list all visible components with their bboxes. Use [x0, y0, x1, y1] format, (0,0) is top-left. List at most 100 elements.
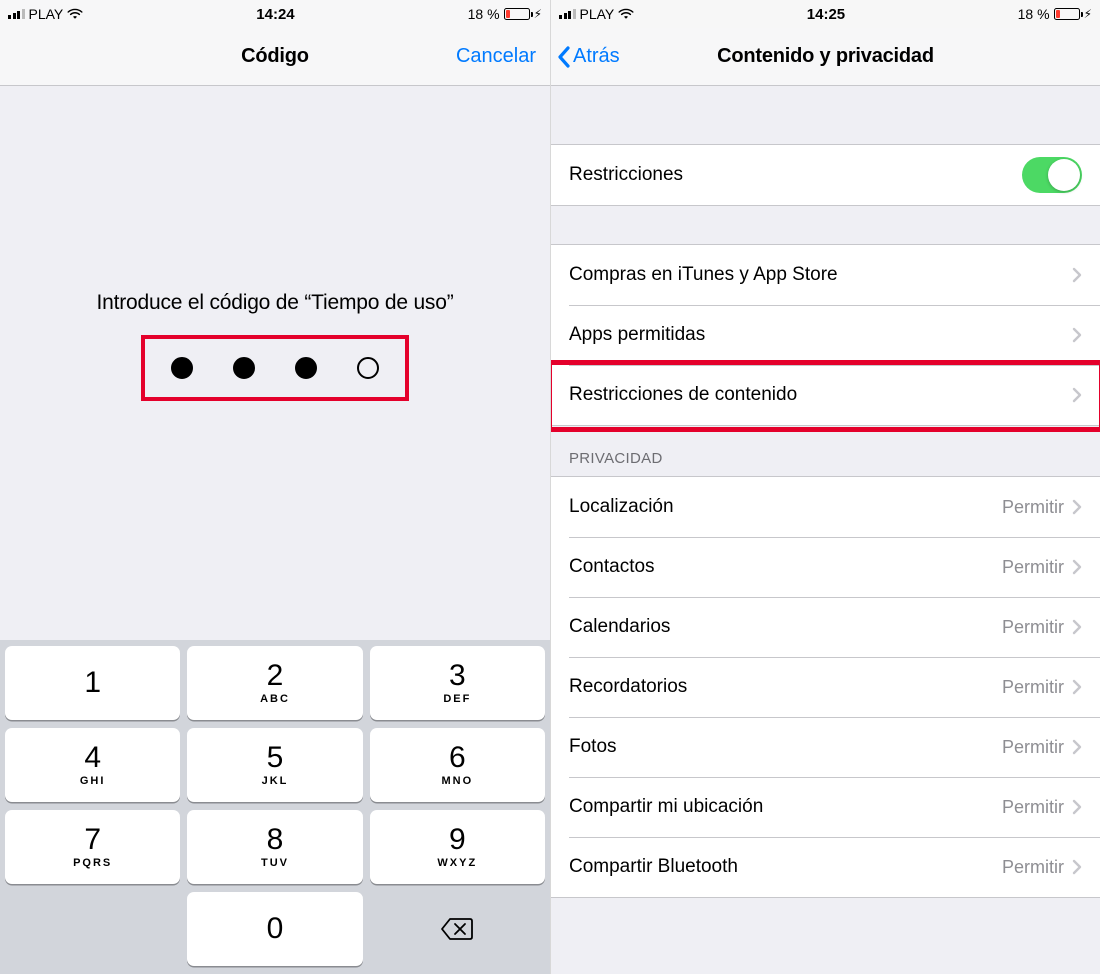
battery-icon — [1054, 8, 1080, 20]
chevron-right-icon — [1072, 799, 1082, 815]
key-letters: TUV — [261, 857, 289, 869]
key-digit: 2 — [267, 661, 284, 691]
back-label: Atrás — [573, 45, 620, 68]
chevron-right-icon — [1072, 267, 1082, 283]
restrictions-toggle[interactable] — [1022, 157, 1082, 193]
settings-row[interactable]: RecordatoriosPermitir — [551, 657, 1100, 717]
content-privacy-screen: PLAY 14:25 18 % ⚡︎ Atrás Contenido y pri… — [550, 0, 1100, 974]
chevron-right-icon — [1072, 619, 1082, 635]
key-letters: WXYZ — [437, 857, 477, 869]
charging-icon: ⚡︎ — [534, 7, 542, 21]
row-label: Localización — [569, 496, 1002, 518]
chevron-right-icon — [1072, 859, 1082, 875]
status-bar: PLAY 14:25 18 % ⚡︎ — [551, 0, 1100, 28]
signal-icon — [8, 9, 25, 19]
back-button[interactable]: Atrás — [557, 28, 620, 85]
settings-row[interactable]: CalendariosPermitir — [551, 597, 1100, 657]
wifi-icon — [67, 8, 83, 20]
nav-bar: Atrás Contenido y privacidad — [551, 28, 1100, 86]
row-value: Permitir — [1002, 797, 1064, 818]
charging-icon: ⚡︎ — [1084, 7, 1092, 21]
key-digit: 8 — [267, 825, 284, 855]
passcode-dot — [233, 357, 255, 379]
keypad-key-5[interactable]: 5JKL — [187, 728, 362, 802]
keypad-key-6[interactable]: 6 MNO — [370, 728, 545, 802]
settings-row[interactable]: LocalizaciónPermitir — [551, 477, 1100, 537]
settings-row[interactable]: ContactosPermitir — [551, 537, 1100, 597]
passcode-dots — [171, 357, 379, 379]
settings-row[interactable]: FotosPermitir — [551, 717, 1100, 777]
key-digit: 9 — [449, 825, 466, 855]
settings-row[interactable]: Compartir BluetoothPermitir — [551, 837, 1100, 897]
battery-pct: 18 % — [468, 6, 500, 22]
status-time: 14:25 — [807, 6, 845, 23]
keypad-delete[interactable] — [370, 892, 545, 966]
chevron-right-icon — [1072, 559, 1082, 575]
battery-pct: 18 % — [1018, 6, 1050, 22]
row-label: Calendarios — [569, 616, 1002, 638]
row-value: Permitir — [1002, 677, 1064, 698]
keypad-key-7[interactable]: 7 PQRS — [5, 810, 180, 884]
carrier-label: PLAY — [29, 6, 64, 22]
row-value: Permitir — [1002, 557, 1064, 578]
status-time: 14:24 — [256, 6, 294, 23]
key-letters: ABC — [260, 693, 290, 705]
row-value: Permitir — [1002, 497, 1064, 518]
passcode-dot — [357, 357, 379, 379]
keypad-key-3[interactable]: 3 DEF — [370, 646, 545, 720]
settings-row[interactable]: Compras en iTunes y App Store — [551, 245, 1100, 305]
key-letters: DEF — [443, 693, 471, 705]
key-letters: PQRS — [73, 857, 112, 869]
key-letters: MNO — [441, 775, 473, 787]
key-digit: 6 — [449, 743, 466, 773]
status-bar: PLAY 14:24 18 % ⚡︎ — [0, 0, 550, 28]
keypad-key-2[interactable]: 2 ABC — [187, 646, 362, 720]
keypad-key-4[interactable]: 4GHI — [5, 728, 180, 802]
nav-bar: Código Cancelar — [0, 28, 550, 86]
keypad-key-9[interactable]: 9 WXYZ — [370, 810, 545, 884]
cancel-button[interactable]: Cancelar — [456, 28, 536, 85]
settings-row[interactable]: Apps permitidas — [551, 305, 1100, 365]
key-digit: 3 — [449, 661, 466, 691]
settings-row[interactable]: Compartir mi ubicaciónPermitir — [551, 777, 1100, 837]
key-digit: 5 — [267, 743, 284, 773]
nav-title: Código — [241, 45, 309, 68]
chevron-right-icon — [1072, 739, 1082, 755]
keypad-key-0[interactable]: 0 — [187, 892, 362, 966]
chevron-left-icon — [557, 46, 571, 68]
chevron-right-icon — [1072, 499, 1082, 515]
settings-row[interactable]: Restricciones de contenido — [551, 365, 1100, 425]
keypad-key-8[interactable]: 8 TUV — [187, 810, 362, 884]
row-label: Contactos — [569, 556, 1002, 578]
key-digit: 0 — [267, 914, 284, 944]
row-value: Permitir — [1002, 737, 1064, 758]
wifi-icon — [618, 8, 634, 20]
passcode-screen: PLAY 14:24 18 % ⚡︎ Código Cancelar Intro… — [0, 0, 550, 974]
restrictions-toggle-row[interactable]: Restricciones — [551, 145, 1100, 205]
privacy-section-header: PRIVACIDAD — [551, 426, 1100, 476]
row-label: Compartir mi ubicación — [569, 796, 1002, 818]
nav-title: Contenido y privacidad — [717, 45, 934, 68]
restrictions-label: Restricciones — [569, 164, 1022, 186]
row-label: Compartir Bluetooth — [569, 856, 1002, 878]
carrier-label: PLAY — [580, 6, 615, 22]
signal-icon — [559, 9, 576, 19]
passcode-dot — [171, 357, 193, 379]
backspace-icon — [440, 916, 474, 942]
row-label: Compras en iTunes y App Store — [569, 264, 1072, 286]
row-label: Fotos — [569, 736, 1002, 758]
key-digit: 4 — [84, 743, 101, 773]
battery-icon — [504, 8, 530, 20]
chevron-right-icon — [1072, 679, 1082, 695]
row-value: Permitir — [1002, 617, 1064, 638]
numeric-keypad: 1 2 ABC 3 DEF 4GHI5JKL 6 MNO 7 PQRS 8 TUV 9 WXYZ 0 — [0, 640, 550, 974]
passcode-prompt: Introduce el código de “Tiempo de uso” — [97, 291, 454, 315]
row-label: Recordatorios — [569, 676, 1002, 698]
keypad-key-1[interactable]: 1 — [5, 646, 180, 720]
key-digit: 7 — [84, 825, 101, 855]
row-label: Restricciones de contenido — [569, 384, 1072, 406]
row-label: Apps permitidas — [569, 324, 1072, 346]
keypad-blank — [5, 892, 180, 966]
row-value: Permitir — [1002, 857, 1064, 878]
chevron-right-icon — [1072, 387, 1082, 403]
